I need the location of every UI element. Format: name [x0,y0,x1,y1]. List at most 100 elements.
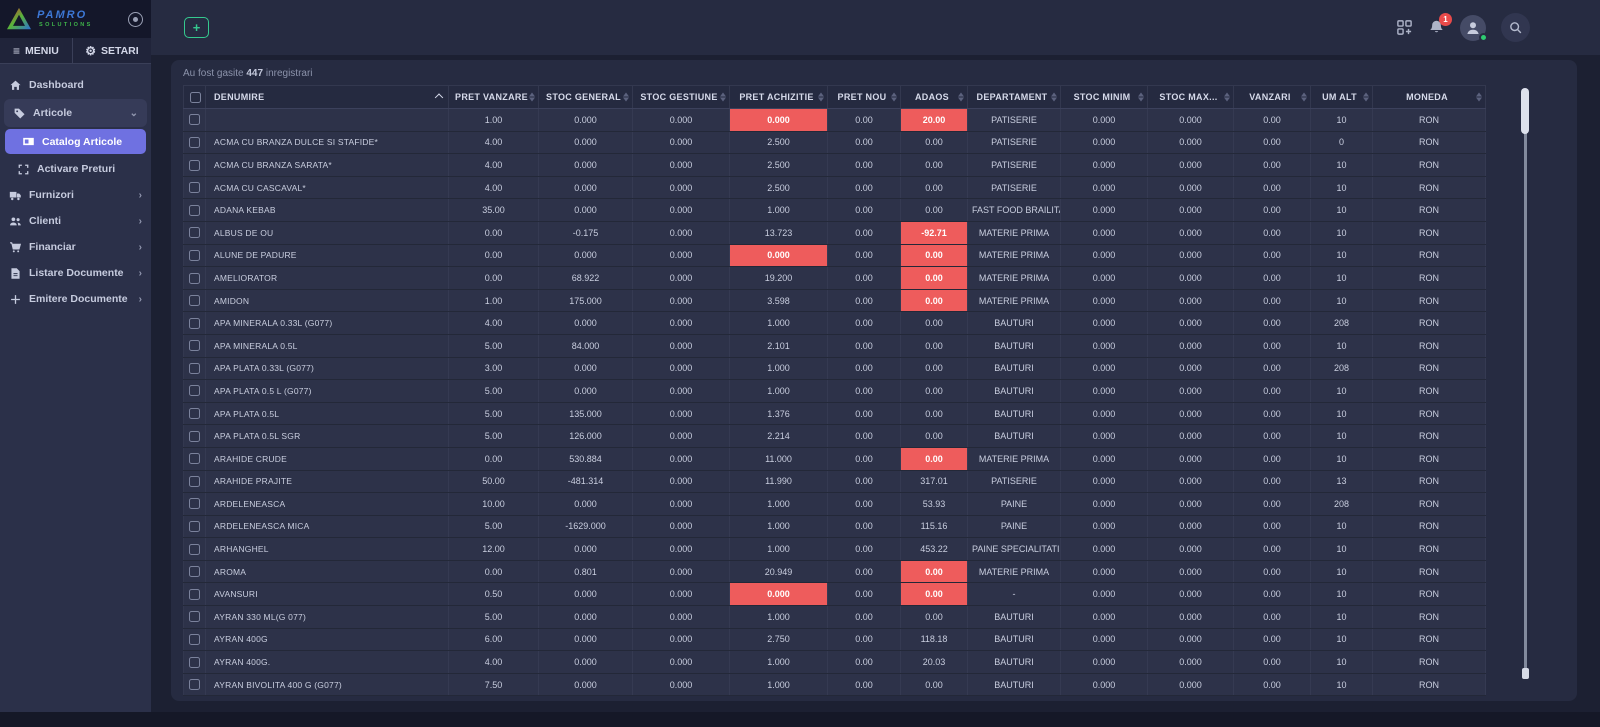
row-checkbox[interactable] [189,273,200,284]
row-checkbox[interactable] [189,634,200,645]
column-header-um_alt[interactable]: UM ALT [1311,86,1373,109]
column-header-stoc_general[interactable]: STOC GENERAL [539,86,633,109]
table-row[interactable]: ARAHIDE CRUDE0.00530.8840.00011.0000.000… [184,447,1486,470]
column-header-stoc_max[interactable]: STOC MAX... [1148,86,1234,109]
sidebar-item-clienti[interactable]: Clienti› [0,208,151,234]
table-row[interactable]: ALBUS DE OU0.00-0.1750.00013.7230.00-92.… [184,221,1486,244]
row-checkbox[interactable] [189,589,200,600]
scrollbar-thumb[interactable] [1521,88,1529,134]
row-checkbox[interactable] [189,566,200,577]
row-checkbox[interactable] [189,679,200,690]
row-select-cell[interactable] [184,267,206,290]
row-select-cell[interactable] [184,447,206,470]
sidebar-item-listare-documente[interactable]: Listare Documente› [0,260,151,286]
column-header-pret_nou[interactable]: PRET NOU [828,86,901,109]
row-checkbox[interactable] [189,498,200,509]
column-header-stoc_minim[interactable]: STOC MINIM [1061,86,1148,109]
avatar[interactable] [1460,15,1486,41]
table-row[interactable]: AMELIORATOR0.0068.9220.00019.2000.000.00… [184,267,1486,290]
row-select-cell[interactable] [184,425,206,448]
row-select-cell[interactable] [184,176,206,199]
row-checkbox[interactable] [189,114,200,125]
row-select-cell[interactable] [184,583,206,606]
table-row[interactable]: AYRAN 330 ML(G 077)5.000.0000.0001.0000.… [184,606,1486,629]
add-button[interactable]: + [184,17,209,38]
row-checkbox[interactable] [189,521,200,532]
vertical-scrollbar[interactable] [1521,84,1529,679]
table-row[interactable]: APA PLATA 0.5 L (G077)5.000.0000.0001.00… [184,380,1486,403]
row-checkbox[interactable] [189,250,200,261]
row-checkbox[interactable] [189,476,200,487]
column-header-pret_vanzare[interactable]: PRET VANZARE [449,86,539,109]
row-select-cell[interactable] [184,628,206,651]
column-header-departament[interactable]: DEPARTAMENT [968,86,1061,109]
table-row[interactable]: AROMA0.000.8010.00020.9490.000.00MATERIE… [184,560,1486,583]
select-all-header[interactable] [184,86,206,109]
table-row[interactable]: ACMA CU BRANZA SARATA*4.000.0000.0002.50… [184,154,1486,177]
row-select-cell[interactable] [184,673,206,696]
row-checkbox[interactable] [189,431,200,442]
column-header-stoc_gestiune[interactable]: STOC GESTIUNE [633,86,730,109]
table-row[interactable]: ARHANGHEL12.000.0000.0001.0000.00453.22P… [184,538,1486,561]
select-all-checkbox[interactable] [190,92,201,103]
row-select-cell[interactable] [184,244,206,267]
row-checkbox[interactable] [189,318,200,329]
row-checkbox[interactable] [189,408,200,419]
sidebar-item-emitere-documente[interactable]: Emitere Documente› [0,286,151,312]
table-row[interactable]: ACMA CU BRANZA DULCE SI STAFIDE*4.000.00… [184,131,1486,154]
table-row[interactable]: ARAHIDE PRAJITE50.00-481.3140.00011.9900… [184,470,1486,493]
row-checkbox[interactable] [189,295,200,306]
row-checkbox[interactable] [189,657,200,668]
row-select-cell[interactable] [184,560,206,583]
table-row[interactable]: ADANA KEBAB35.000.0000.0001.0000.000.00F… [184,199,1486,222]
row-select-cell[interactable] [184,312,206,335]
row-checkbox[interactable] [189,385,200,396]
row-select-cell[interactable] [184,402,206,425]
row-select-cell[interactable] [184,470,206,493]
table-row[interactable]: APA MINERALA 0.5L5.0084.0000.0002.1010.0… [184,334,1486,357]
row-select-cell[interactable] [184,380,206,403]
row-checkbox[interactable] [189,544,200,555]
sidebar-collapse-icon[interactable] [128,12,143,27]
table-row[interactable]: APA PLATA 0.5L5.00135.0000.0001.3760.000… [184,402,1486,425]
row-checkbox[interactable] [189,611,200,622]
table-row[interactable]: APA PLATA 0.5L SGR5.00126.0000.0002.2140… [184,425,1486,448]
column-header-adaos[interactable]: ADAOS [901,86,968,109]
row-checkbox[interactable] [189,160,200,171]
table-row[interactable]: AYRAN 400G6.000.0000.0002.7500.00118.18B… [184,628,1486,651]
column-header-pret_achizitie[interactable]: PRET ACHIZITIE [730,86,828,109]
tab-setari[interactable]: ⚙ SETARI [73,38,151,63]
row-select-cell[interactable] [184,651,206,674]
table-row[interactable]: APA MINERALA 0.33L (G077)4.000.0000.0001… [184,312,1486,335]
table-row[interactable]: ACMA CU CASCAVAL*4.000.0000.0002.5000.00… [184,176,1486,199]
table-row[interactable]: ALUNE DE PADURE0.000.0000.0000.0000.000.… [184,244,1486,267]
row-select-cell[interactable] [184,357,206,380]
row-select-cell[interactable] [184,154,206,177]
bell-icon[interactable]: 1 [1428,19,1445,36]
row-checkbox[interactable] [189,363,200,374]
sidebar-item-activare-preturi[interactable]: Activare Preturi [0,156,151,182]
row-select-cell[interactable] [184,493,206,516]
table-row[interactable]: AYRAN 400G.4.000.0000.0001.0000.0020.03B… [184,651,1486,674]
sidebar-item-catalog-articole[interactable]: Catalog Articole [5,129,146,154]
table-row[interactable]: AYRAN BIVOLITA 400 G (G077)7.500.0000.00… [184,673,1486,696]
sidebar-item-financiar[interactable]: Financiar› [0,234,151,260]
tab-meniu[interactable]: ≡ MENIU [0,38,73,63]
row-checkbox[interactable] [189,182,200,193]
row-select-cell[interactable] [184,109,206,132]
row-select-cell[interactable] [184,289,206,312]
sidebar-item-furnizori[interactable]: Furnizori› [0,182,151,208]
row-select-cell[interactable] [184,334,206,357]
table-row[interactable]: 1.000.0000.0000.0000.0020.00PATISERIE0.0… [184,109,1486,132]
row-checkbox[interactable] [189,227,200,238]
row-checkbox[interactable] [189,340,200,351]
table-row[interactable]: AVANSURI0.500.0000.0000.0000.000.00-0.00… [184,583,1486,606]
table-row[interactable]: AMIDON1.00175.0000.0003.5980.000.00MATER… [184,289,1486,312]
column-header-denumire[interactable]: DENUMIRE [206,86,449,109]
table-row[interactable]: ARDELENEASCA10.000.0000.0001.0000.0053.9… [184,493,1486,516]
table-row[interactable]: APA PLATA 0.33L (G077)3.000.0000.0001.00… [184,357,1486,380]
row-checkbox[interactable] [189,453,200,464]
apps-grid-icon[interactable] [1396,19,1413,36]
sidebar-item-articole[interactable]: Articole⌄ [4,99,147,127]
row-select-cell[interactable] [184,515,206,538]
